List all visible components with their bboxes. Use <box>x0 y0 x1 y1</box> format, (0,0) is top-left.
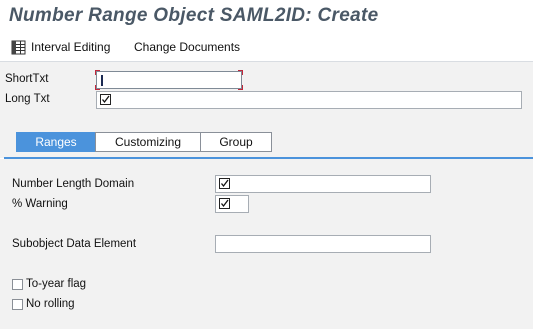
long-txt-label: Long Txt <box>5 93 50 105</box>
text-cursor <box>101 75 103 86</box>
checkbox-required-icon <box>219 198 230 209</box>
focus-corner-br <box>238 85 243 90</box>
to-year-flag-label: To-year flag <box>26 278 87 290</box>
tab-customizing[interactable]: Customizing <box>95 132 201 152</box>
change-documents-button[interactable]: Change Documents <box>134 38 240 56</box>
short-txt-label: ShortTxt <box>5 73 49 85</box>
tab-group[interactable]: Group <box>200 132 272 152</box>
short-txt-input[interactable] <box>95 70 243 90</box>
checkbox-required-icon <box>100 94 111 105</box>
title-bar: Number Range Object SAML2ID: Create <box>0 0 533 33</box>
to-year-flag-checkbox[interactable] <box>12 279 23 290</box>
table-grid-icon <box>11 40 26 55</box>
no-rolling-label: No rolling <box>26 298 75 310</box>
page-title: Number Range Object SAML2ID: Create <box>9 5 379 26</box>
interval-editing-label: Interval Editing <box>31 40 111 54</box>
subobject-data-element-input[interactable] <box>215 235 431 253</box>
long-txt-input[interactable] <box>96 91 522 109</box>
application-toolbar: Interval Editing Change Documents <box>0 33 533 62</box>
tab-ranges[interactable]: Ranges <box>16 132 96 152</box>
warning-label: % Warning <box>12 198 68 210</box>
tab-strip: Ranges Customizing Group <box>0 122 533 158</box>
no-rolling-checkbox[interactable] <box>12 299 23 310</box>
header-area: ShortTxt Long Txt <box>0 62 533 122</box>
subobject-data-element-label: Subobject Data Element <box>12 238 137 250</box>
checkbox-required-icon <box>219 178 230 189</box>
focus-corner-tl <box>95 70 100 75</box>
focus-corner-bl <box>95 85 100 90</box>
change-documents-label: Change Documents <box>134 40 241 54</box>
ranges-tab-content: Number Length Domain % Warning Subobject… <box>0 159 533 329</box>
interval-editing-button[interactable]: Interval Editing <box>11 38 110 56</box>
warning-input[interactable] <box>215 195 249 213</box>
focus-corner-tr <box>238 70 243 75</box>
number-length-domain-input[interactable] <box>215 175 431 193</box>
number-length-domain-label: Number Length Domain <box>12 178 135 190</box>
